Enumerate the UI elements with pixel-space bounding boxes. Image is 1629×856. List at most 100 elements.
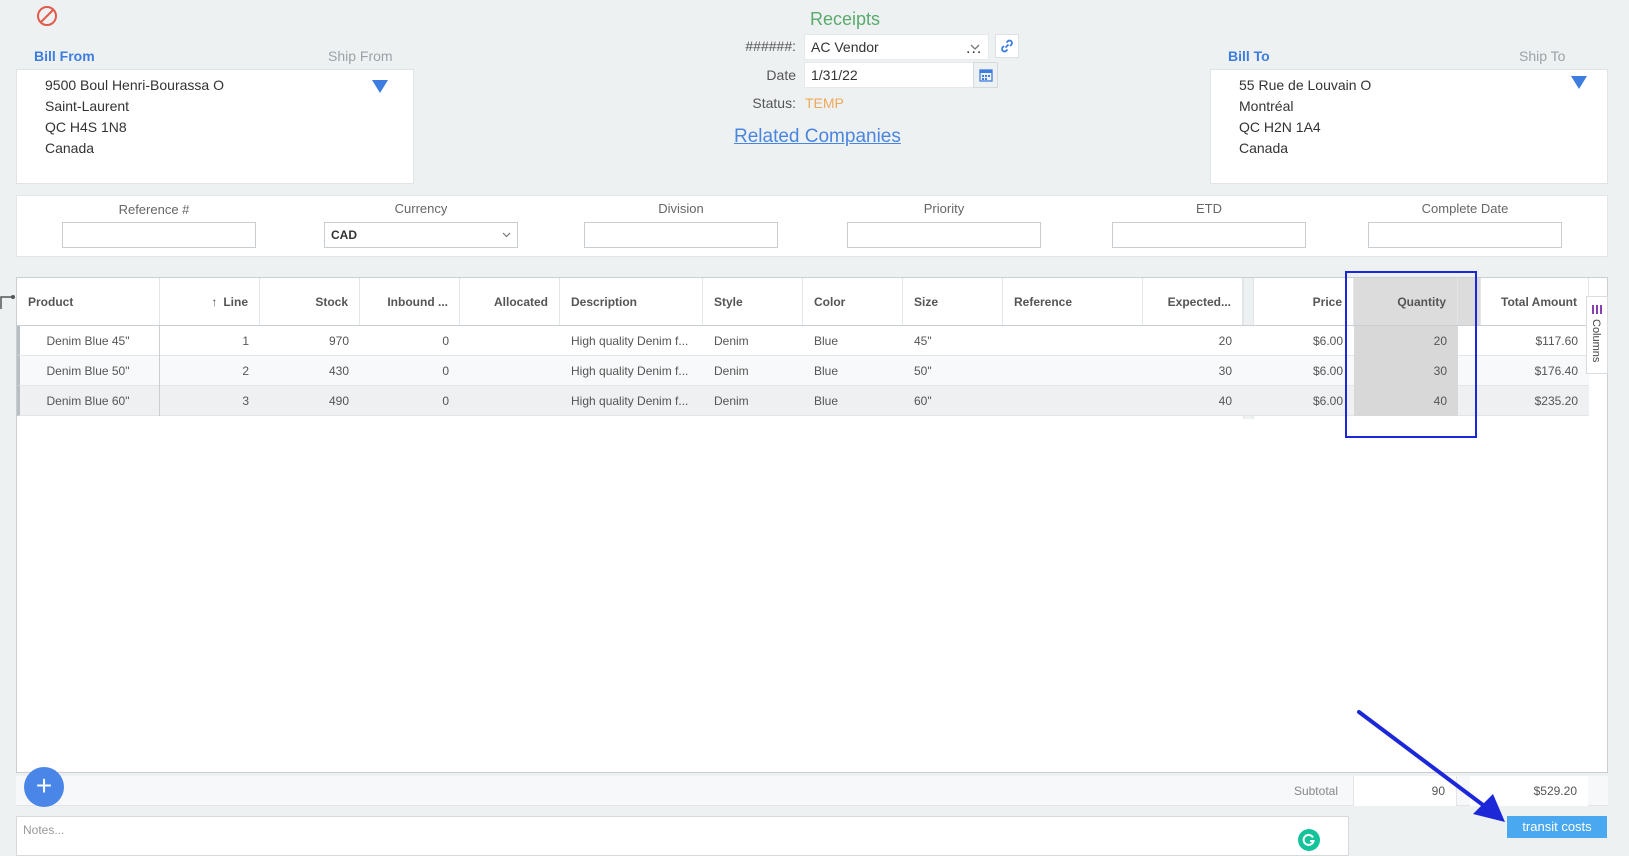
column-header-reference[interactable]: Reference: [1003, 278, 1143, 325]
column-header-expected[interactable]: Expected...: [1143, 278, 1243, 325]
cell-inbound[interactable]: 0: [360, 386, 460, 416]
division-input[interactable]: [584, 222, 778, 248]
division-label: Division: [658, 201, 704, 216]
cell-price[interactable]: $6.00: [1254, 326, 1354, 356]
forbidden-icon[interactable]: [36, 5, 58, 27]
cell-style[interactable]: Denim: [703, 386, 803, 416]
tab-ship-from[interactable]: Ship From: [328, 48, 393, 64]
reference-label: Reference #: [118, 202, 190, 217]
reference-input[interactable]: [62, 222, 256, 248]
bill-from-address: 9500 Boul Henri-Bourassa O Saint-Laurent…: [16, 69, 414, 184]
vendor-select[interactable]: AC Vendor: [804, 34, 989, 60]
columns-icon: [1592, 305, 1602, 314]
cell-description[interactable]: High quality Denim f...: [560, 356, 703, 386]
cell-allocated[interactable]: [460, 356, 560, 386]
date-label: Date: [766, 67, 796, 83]
cell-price[interactable]: $6.00: [1254, 386, 1354, 416]
drag-handle-icon[interactable]: [0, 293, 16, 311]
link-button[interactable]: [995, 34, 1019, 58]
column-header-total-amount[interactable]: Total Amount: [1471, 278, 1589, 325]
column-header-line-label: Line: [223, 294, 248, 309]
cell-inbound[interactable]: 0: [360, 326, 460, 356]
grammarly-icon[interactable]: [1298, 829, 1320, 851]
complete-date-input[interactable]: [1368, 222, 1562, 248]
bill-to-address: 55 Rue de Louvain O Montréal QC H2N 1A4 …: [1210, 69, 1608, 184]
priority-input[interactable]: [847, 222, 1041, 248]
cell-expected[interactable]: 40: [1143, 386, 1243, 416]
currency-value: CAD: [331, 228, 357, 242]
cell-total[interactable]: $117.60: [1471, 326, 1589, 356]
cell-inbound[interactable]: 0: [360, 356, 460, 386]
currency-label: Currency: [394, 201, 448, 216]
related-companies-link[interactable]: Related Companies: [734, 126, 901, 148]
column-header-allocated[interactable]: Allocated: [460, 278, 560, 325]
cell-product[interactable]: Denim Blue 50": [17, 356, 160, 386]
filter-panel: Reference # Currency CAD Division Priori…: [16, 195, 1608, 257]
cell-price[interactable]: $6.00: [1254, 356, 1354, 386]
column-header-style[interactable]: Style: [703, 278, 803, 325]
cell-product[interactable]: Denim Blue 45": [17, 326, 160, 356]
cell-reference[interactable]: [1003, 386, 1143, 416]
etd-input[interactable]: [1112, 222, 1306, 248]
cell-size[interactable]: 50": [903, 356, 1003, 386]
currency-select[interactable]: CAD: [324, 222, 518, 248]
columns-panel-tab[interactable]: Columns: [1586, 296, 1608, 374]
cell-style[interactable]: Denim: [703, 326, 803, 356]
address-line: Canada: [1239, 140, 1289, 156]
cell-color[interactable]: Blue: [803, 386, 903, 416]
link-icon: [1001, 39, 1013, 53]
subtotal-label: Subtotal: [1293, 784, 1338, 798]
address-line: Canada: [45, 140, 95, 156]
cell-line[interactable]: 2: [160, 356, 260, 386]
address-line: Saint-Laurent: [45, 98, 130, 114]
more-options-button[interactable]: ...: [966, 40, 982, 58]
cell-total[interactable]: $235.20: [1471, 386, 1589, 416]
grammarly-g-icon: [1302, 833, 1315, 846]
address-dropdown-icon[interactable]: [372, 80, 388, 93]
notes-placeholder: Notes...: [23, 823, 65, 837]
column-header-color[interactable]: Color: [803, 278, 903, 325]
address-dropdown-icon[interactable]: [1571, 76, 1587, 89]
column-header-line[interactable]: ↑ Line: [160, 278, 260, 325]
cell-style[interactable]: Denim: [703, 356, 803, 386]
add-line-button[interactable]: +: [24, 767, 64, 807]
cell-reference[interactable]: [1003, 326, 1143, 356]
transit-costs-button[interactable]: transit costs: [1507, 816, 1607, 838]
sort-ascending-icon: ↑: [211, 294, 218, 309]
column-header-stock[interactable]: Stock: [260, 278, 360, 325]
cell-stock[interactable]: 970: [260, 326, 360, 356]
cell-allocated[interactable]: [460, 386, 560, 416]
cell-color[interactable]: Blue: [803, 326, 903, 356]
cell-size[interactable]: 60": [903, 386, 1003, 416]
column-header-product[interactable]: Product: [17, 278, 160, 325]
cell-stock[interactable]: 490: [260, 386, 360, 416]
tab-ship-to[interactable]: Ship To: [1519, 48, 1565, 64]
cell-description[interactable]: High quality Denim f...: [560, 326, 703, 356]
column-header-price[interactable]: Price: [1254, 278, 1354, 325]
address-line: Montréal: [1239, 98, 1294, 114]
cell-expected[interactable]: 20: [1143, 326, 1243, 356]
cell-product[interactable]: Denim Blue 60": [17, 386, 160, 416]
tab-bill-to[interactable]: Bill To: [1228, 48, 1270, 64]
column-header-description[interactable]: Description: [560, 278, 703, 325]
cell-expected[interactable]: 30: [1143, 356, 1243, 386]
cell-reference[interactable]: [1003, 356, 1143, 386]
date-input[interactable]: 1/31/22: [804, 62, 974, 88]
columns-tab-label: Columns: [1590, 319, 1602, 363]
date-picker-button[interactable]: [973, 62, 998, 88]
cell-allocated[interactable]: [460, 326, 560, 356]
tab-bill-from[interactable]: Bill From: [34, 48, 95, 64]
notes-input[interactable]: Notes...: [16, 816, 1349, 856]
annotation-arrow-icon: [1357, 710, 1505, 822]
status-label: Status:: [752, 95, 796, 111]
cell-description[interactable]: High quality Denim f...: [560, 386, 703, 416]
cell-line[interactable]: 1: [160, 326, 260, 356]
column-header-size[interactable]: Size: [903, 278, 1003, 325]
chevron-down-icon: [502, 232, 511, 238]
cell-total[interactable]: $176.40: [1471, 356, 1589, 386]
column-header-inbound[interactable]: Inbound ...: [360, 278, 460, 325]
cell-size[interactable]: 45": [903, 326, 1003, 356]
cell-stock[interactable]: 430: [260, 356, 360, 386]
cell-color[interactable]: Blue: [803, 356, 903, 386]
cell-line[interactable]: 3: [160, 386, 260, 416]
